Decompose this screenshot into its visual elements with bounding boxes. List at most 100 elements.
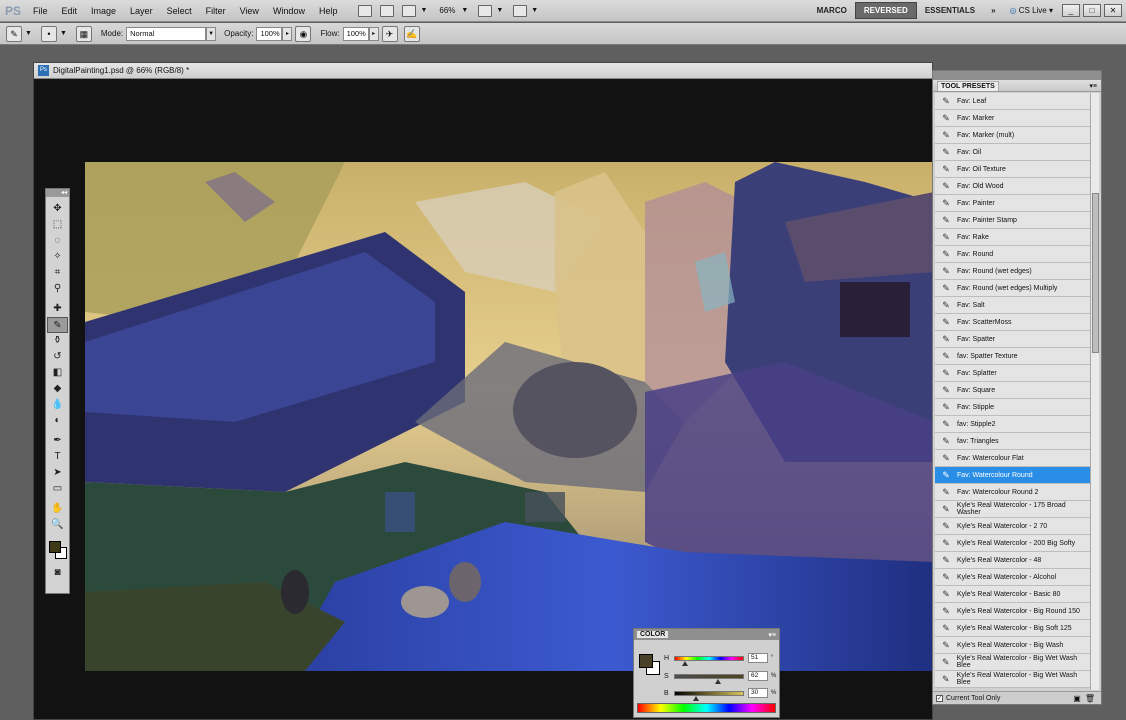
view-extras-icon[interactable] [402, 4, 417, 17]
menu-filter[interactable]: Filter [199, 6, 233, 16]
hue-value-input[interactable]: 51 [748, 653, 768, 663]
clone-stamp-tool-icon[interactable]: ⚱ [47, 333, 68, 349]
panel-menu-icon[interactable]: ▾≡ [1089, 82, 1097, 90]
brush-tool-icon[interactable]: ✎ [47, 317, 68, 333]
preset-item[interactable]: ✎ Fav: Oil [935, 144, 1090, 161]
menu-window[interactable]: Window [266, 6, 312, 16]
presets-panel-topbar[interactable] [933, 71, 1101, 80]
color-panel-foreground-swatch[interactable] [639, 654, 653, 668]
color-tab[interactable]: COLOR [637, 631, 669, 638]
menu-edit[interactable]: Edit [55, 6, 85, 16]
launch-bridge-icon[interactable] [358, 4, 373, 17]
preset-item[interactable]: ✎ Fav: Spatter [935, 331, 1090, 348]
lasso-tool-icon[interactable]: ◌ [47, 233, 68, 249]
type-tool-icon[interactable]: T [47, 449, 68, 465]
toolbox-header[interactable]: ◂◂ [46, 189, 69, 197]
preset-item[interactable]: ✎ Fav: Splatter [935, 365, 1090, 382]
saturation-value-input[interactable]: 62 [748, 671, 768, 681]
dodge-tool-icon[interactable]: ◐ [47, 413, 68, 429]
saturation-slider-handle[interactable] [715, 678, 722, 684]
saturation-slider[interactable] [674, 673, 744, 684]
preset-item[interactable]: ✎ Fav: Leaf [935, 93, 1090, 110]
menu-help[interactable]: Help [312, 6, 345, 16]
preset-item[interactable]: ✎ Kyle's Real Watercolor - Big Wet Wash B… [935, 654, 1090, 671]
preset-item[interactable]: ✎ Fav: Painter Stamp [935, 212, 1090, 229]
preset-item[interactable]: ✎ Fav: Old Wood [935, 178, 1090, 195]
quick-mask-icon[interactable]: ◙ [47, 565, 68, 581]
opacity-input[interactable]: 100% [256, 26, 283, 41]
history-brush-tool-icon[interactable]: ↺ [47, 349, 68, 365]
preset-item[interactable]: ✎ Kyle's Real Watercolor - Big Wet Wash B… [935, 671, 1090, 688]
pen-tool-icon[interactable]: ✒ [47, 433, 68, 449]
view-extras-dropdown-icon[interactable]: ▼ [420, 7, 427, 14]
brush-size-dropdown-icon[interactable]: ▼ [60, 30, 67, 37]
mini-bridge-icon[interactable] [380, 4, 395, 17]
preset-item[interactable]: ✎ Fav: Round [935, 246, 1090, 263]
arrange-dropdown-icon[interactable]: ▼ [496, 7, 503, 14]
tool-preset-dropdown-icon[interactable]: ▼ [25, 30, 32, 37]
path-select-tool-icon[interactable]: ➤ [47, 465, 68, 481]
screen-mode-dropdown-icon[interactable]: ▼ [531, 7, 538, 14]
quick-select-tool-icon[interactable]: ✧ [47, 249, 68, 265]
current-tool-only-checkbox[interactable]: ✓ [936, 694, 943, 702]
preset-item[interactable]: ✎ Fav: Stipple [935, 399, 1090, 416]
screen-mode-icon[interactable] [513, 4, 528, 17]
brush-size-icon[interactable]: • [40, 25, 57, 42]
brightness-slider[interactable] [674, 690, 744, 701]
crop-tool-icon[interactable]: ⌗ [47, 265, 68, 281]
opacity-slider-icon[interactable]: ▸ [282, 26, 293, 41]
menu-image[interactable]: Image [84, 6, 123, 16]
airbrush-icon[interactable]: ✈ [381, 25, 398, 42]
arrange-documents-icon[interactable] [478, 4, 493, 17]
preset-item[interactable]: ✎ Fav: Round (wet edges) Multiply [935, 280, 1090, 297]
preset-item[interactable]: ✎ Kyle's Real Watercolor - 2 70 [935, 518, 1090, 535]
mode-dropdown-icon[interactable]: ▼ [206, 26, 217, 41]
preset-item[interactable]: ✎ Fav: Painter [935, 195, 1090, 212]
preset-item[interactable]: ✎ Kyle's Real Watercolor - 200 Big Softy [935, 535, 1090, 552]
painting-canvas[interactable] [85, 162, 934, 671]
zoom-level[interactable]: 66% [439, 6, 455, 15]
preset-item[interactable]: ✎ Fav: Square [935, 382, 1090, 399]
preset-item[interactable]: ✎ Kyle's Real Watercolor - 175 Broad Wash… [935, 501, 1090, 518]
delete-preset-icon[interactable]: 🗑 [1085, 694, 1095, 703]
preset-item[interactable]: ✎ Fav: Watercolour Flat [935, 450, 1090, 467]
pressure-opacity-icon[interactable]: ◉ [295, 25, 312, 42]
preset-item[interactable]: ✎ Fav: Marker [935, 110, 1090, 127]
marquee-tool-icon[interactable]: ⬚ [47, 217, 68, 233]
menu-layer[interactable]: Layer [123, 6, 160, 16]
preset-item[interactable]: ✎ fav: Stipple2 [935, 416, 1090, 433]
preset-item[interactable]: ✎ Fav: Round (wet edges) [935, 263, 1090, 280]
brush-tool-preset-icon[interactable]: ✎ [6, 25, 22, 42]
preset-item[interactable]: ✎ Kyle's Real Watercolor - Big Soft 125 [935, 620, 1090, 637]
flow-input[interactable]: 100% [342, 26, 369, 41]
preset-item[interactable]: ✎ Kyle's Real Watercolor - Basic 80 [935, 586, 1090, 603]
brightness-value-input[interactable]: 30 [748, 688, 768, 698]
menu-file[interactable]: File [26, 6, 55, 16]
preset-item[interactable]: ✎ Kyle's Real Watercolor - Big Wash [935, 637, 1090, 654]
preset-item[interactable]: ✎ fav: Triangles [935, 433, 1090, 450]
presets-scrollbar[interactable] [1090, 93, 1099, 690]
new-preset-icon[interactable]: ▣ [1073, 694, 1081, 703]
brush-panel-toggle-icon[interactable]: ▦ [75, 25, 92, 42]
foreground-color-swatch[interactable] [49, 541, 61, 553]
workspace-reversed[interactable]: REVERSED [854, 2, 917, 19]
hand-tool-icon[interactable]: ✋ [47, 501, 68, 517]
minimize-button[interactable]: _ [1062, 4, 1080, 17]
preset-item[interactable]: ✎ Fav: Watercolour Round 2 [935, 484, 1090, 501]
preset-item[interactable]: ✎ Kyle's Real Watercolor - Big Round 150 [935, 603, 1090, 620]
preset-item[interactable]: ✎ fav: Spatter Texture [935, 348, 1090, 365]
preset-item[interactable]: ✎ Kyle's Real Watercolor - 48 [935, 552, 1090, 569]
preset-item[interactable]: ✎ Fav: Oil Texture [935, 161, 1090, 178]
cs-live-button[interactable]: ◎ CS Live ▾ [1010, 6, 1053, 15]
presets-scroll-thumb[interactable] [1092, 193, 1099, 353]
restore-button[interactable]: □ [1083, 4, 1101, 17]
preset-item[interactable]: ✎ Fav: ScatterMoss [935, 314, 1090, 331]
zoom-tool-icon[interactable]: 🔍 [47, 517, 68, 533]
healing-brush-tool-icon[interactable]: ✚ [47, 301, 68, 317]
close-button[interactable]: ✕ [1104, 4, 1122, 17]
presets-tab[interactable]: TOOL PRESETS [937, 80, 999, 91]
mode-select[interactable]: Normal [126, 26, 207, 41]
paint-bucket-tool-icon[interactable]: ◆ [47, 381, 68, 397]
workspace-marco[interactable]: MARCO [809, 3, 855, 18]
color-panel-menu-icon[interactable]: ▾≡ [768, 631, 776, 639]
